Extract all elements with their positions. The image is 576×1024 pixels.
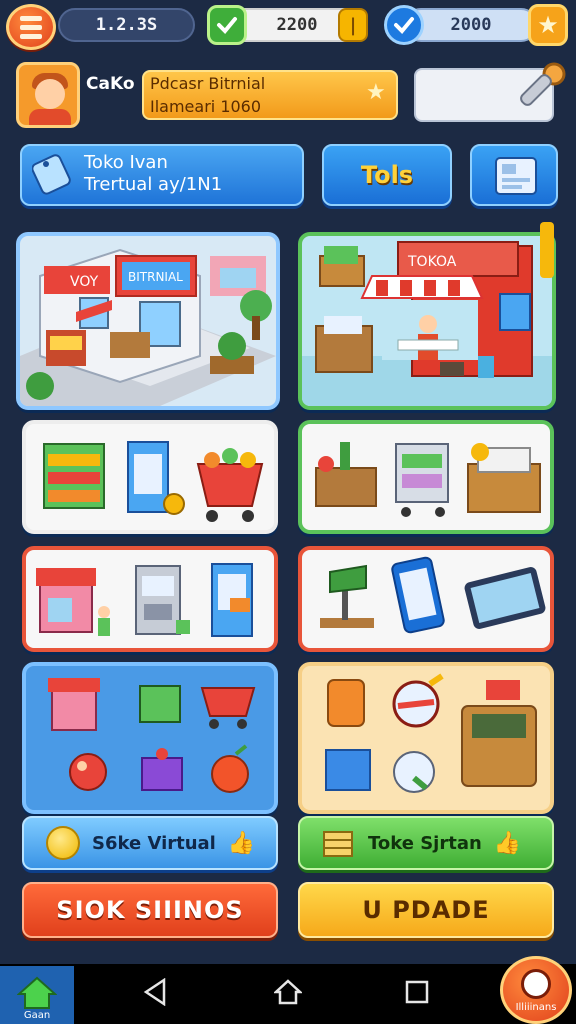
system-store-label: Toke Sjrtan	[368, 832, 482, 854]
register-icon	[461, 680, 537, 787]
rocket-badge-icon	[392, 673, 444, 728]
kiosk-scene[interactable]: TOKOA	[298, 232, 556, 410]
item-row-illustration	[320, 556, 546, 634]
currency-1-counter: 1.2.3S	[58, 8, 195, 42]
virtual-store-button[interactable]: S6ke Virtual 👍	[22, 816, 278, 870]
planter-table-icon	[315, 442, 377, 507]
home-tab-label: Gaan	[23, 1010, 51, 1021]
box-icon	[325, 749, 371, 791]
item-card[interactable]	[22, 662, 278, 814]
avatar[interactable]	[16, 62, 80, 128]
tablet-icon	[464, 567, 546, 629]
cardboard-box-icon	[467, 443, 541, 513]
store-name: Toko Ivan	[84, 152, 168, 173]
star-icon: ★	[366, 80, 386, 105]
avatar-body	[29, 109, 71, 125]
atm-machine-icon	[135, 565, 190, 635]
scrollbar-handle[interactable]	[540, 222, 554, 278]
checkmark-icon	[394, 17, 414, 34]
player-name: CaKo	[86, 74, 135, 94]
catalog-icon	[495, 157, 537, 195]
vending-machine-icon	[211, 563, 253, 637]
item-card[interactable]	[22, 420, 278, 534]
gift-box-icon	[141, 748, 183, 791]
item-card[interactable]	[298, 546, 554, 652]
thumbs-up-icon: 👍	[493, 830, 522, 856]
thumbs-up-icon: 👍	[227, 830, 256, 856]
star-button[interactable]: ★	[528, 4, 568, 46]
desk-lamp-icon	[320, 564, 374, 628]
home-icon	[17, 976, 57, 1009]
back-icon[interactable]	[142, 977, 168, 1014]
update-button[interactable]: U PDADE	[298, 882, 554, 938]
add-coins-icon[interactable]: |	[338, 8, 368, 42]
catalog-button[interactable]	[470, 144, 558, 206]
store-sign-2: BITRNIAL	[128, 270, 183, 284]
avatar-face	[35, 79, 65, 109]
menu-bar	[20, 33, 42, 39]
item-card[interactable]	[298, 420, 554, 534]
menu-bar	[20, 24, 42, 30]
store-subtitle: Trertual ay/1N1	[84, 174, 223, 195]
stock-button[interactable]: SIOK SIIINOS	[22, 882, 278, 938]
kiosk-sign: TOKOA	[407, 254, 457, 270]
kiosk-illustration: TOKOA	[302, 241, 552, 406]
street-shop-illustration: VOY BITRNIAL	[20, 248, 276, 406]
mini-shop-icon	[48, 678, 100, 731]
recents-icon[interactable]	[404, 978, 430, 1014]
store-tag-icon	[32, 154, 71, 195]
menu-button[interactable]	[6, 4, 56, 50]
fruit-bowl-icon	[69, 753, 107, 791]
backpack-icon	[327, 679, 365, 727]
item-grid-illustration	[48, 678, 256, 793]
banner-title: Pdcasr Bitrnial	[150, 74, 266, 93]
smartphone-icon	[391, 556, 445, 634]
shopfront-icon	[36, 568, 110, 636]
profile-face-icon	[521, 969, 551, 999]
shopping-basket-icon	[196, 448, 264, 522]
item-row-illustration	[36, 563, 253, 637]
magnifier-icon[interactable]	[510, 60, 570, 118]
item-grid-illustration	[325, 673, 537, 793]
crate-icon	[139, 685, 181, 723]
item-card[interactable]	[22, 546, 278, 652]
checkmark-icon	[217, 17, 237, 34]
coin-icon	[46, 826, 80, 860]
rosette-icon	[393, 751, 435, 793]
virtual-store-label: S6ke Virtual	[92, 832, 216, 854]
home-tab[interactable]: Gaan	[0, 966, 74, 1024]
display-cart-icon	[395, 443, 449, 517]
storefront-scene[interactable]: VOY BITRNIAL	[16, 232, 280, 410]
item-row-illustration	[43, 441, 264, 522]
cart-icon	[200, 687, 256, 729]
currency-3-counter: 2000	[404, 8, 538, 42]
system-store-button[interactable]: Toke Sjrtan 👍	[298, 816, 554, 870]
verified-icon[interactable]	[384, 5, 424, 45]
gem-icon[interactable]	[207, 5, 247, 45]
item-card[interactable]	[298, 662, 554, 814]
menu-bar	[20, 15, 42, 21]
price-board-icon	[127, 441, 185, 515]
home-nav-icon[interactable]	[272, 978, 304, 1014]
produce-stand-icon	[43, 443, 105, 509]
cash-stack-icon	[323, 831, 353, 857]
banner-subtitle: Ilameari 1060	[150, 97, 262, 116]
apple-icon	[211, 744, 249, 793]
profile-button[interactable]: Illiiinans	[500, 956, 572, 1024]
tools-button[interactable]: Tols	[322, 144, 452, 206]
store-sign-1: VOY	[70, 274, 99, 290]
item-row-illustration	[315, 442, 541, 517]
profile-button-label: Illiiinans	[515, 1002, 557, 1013]
